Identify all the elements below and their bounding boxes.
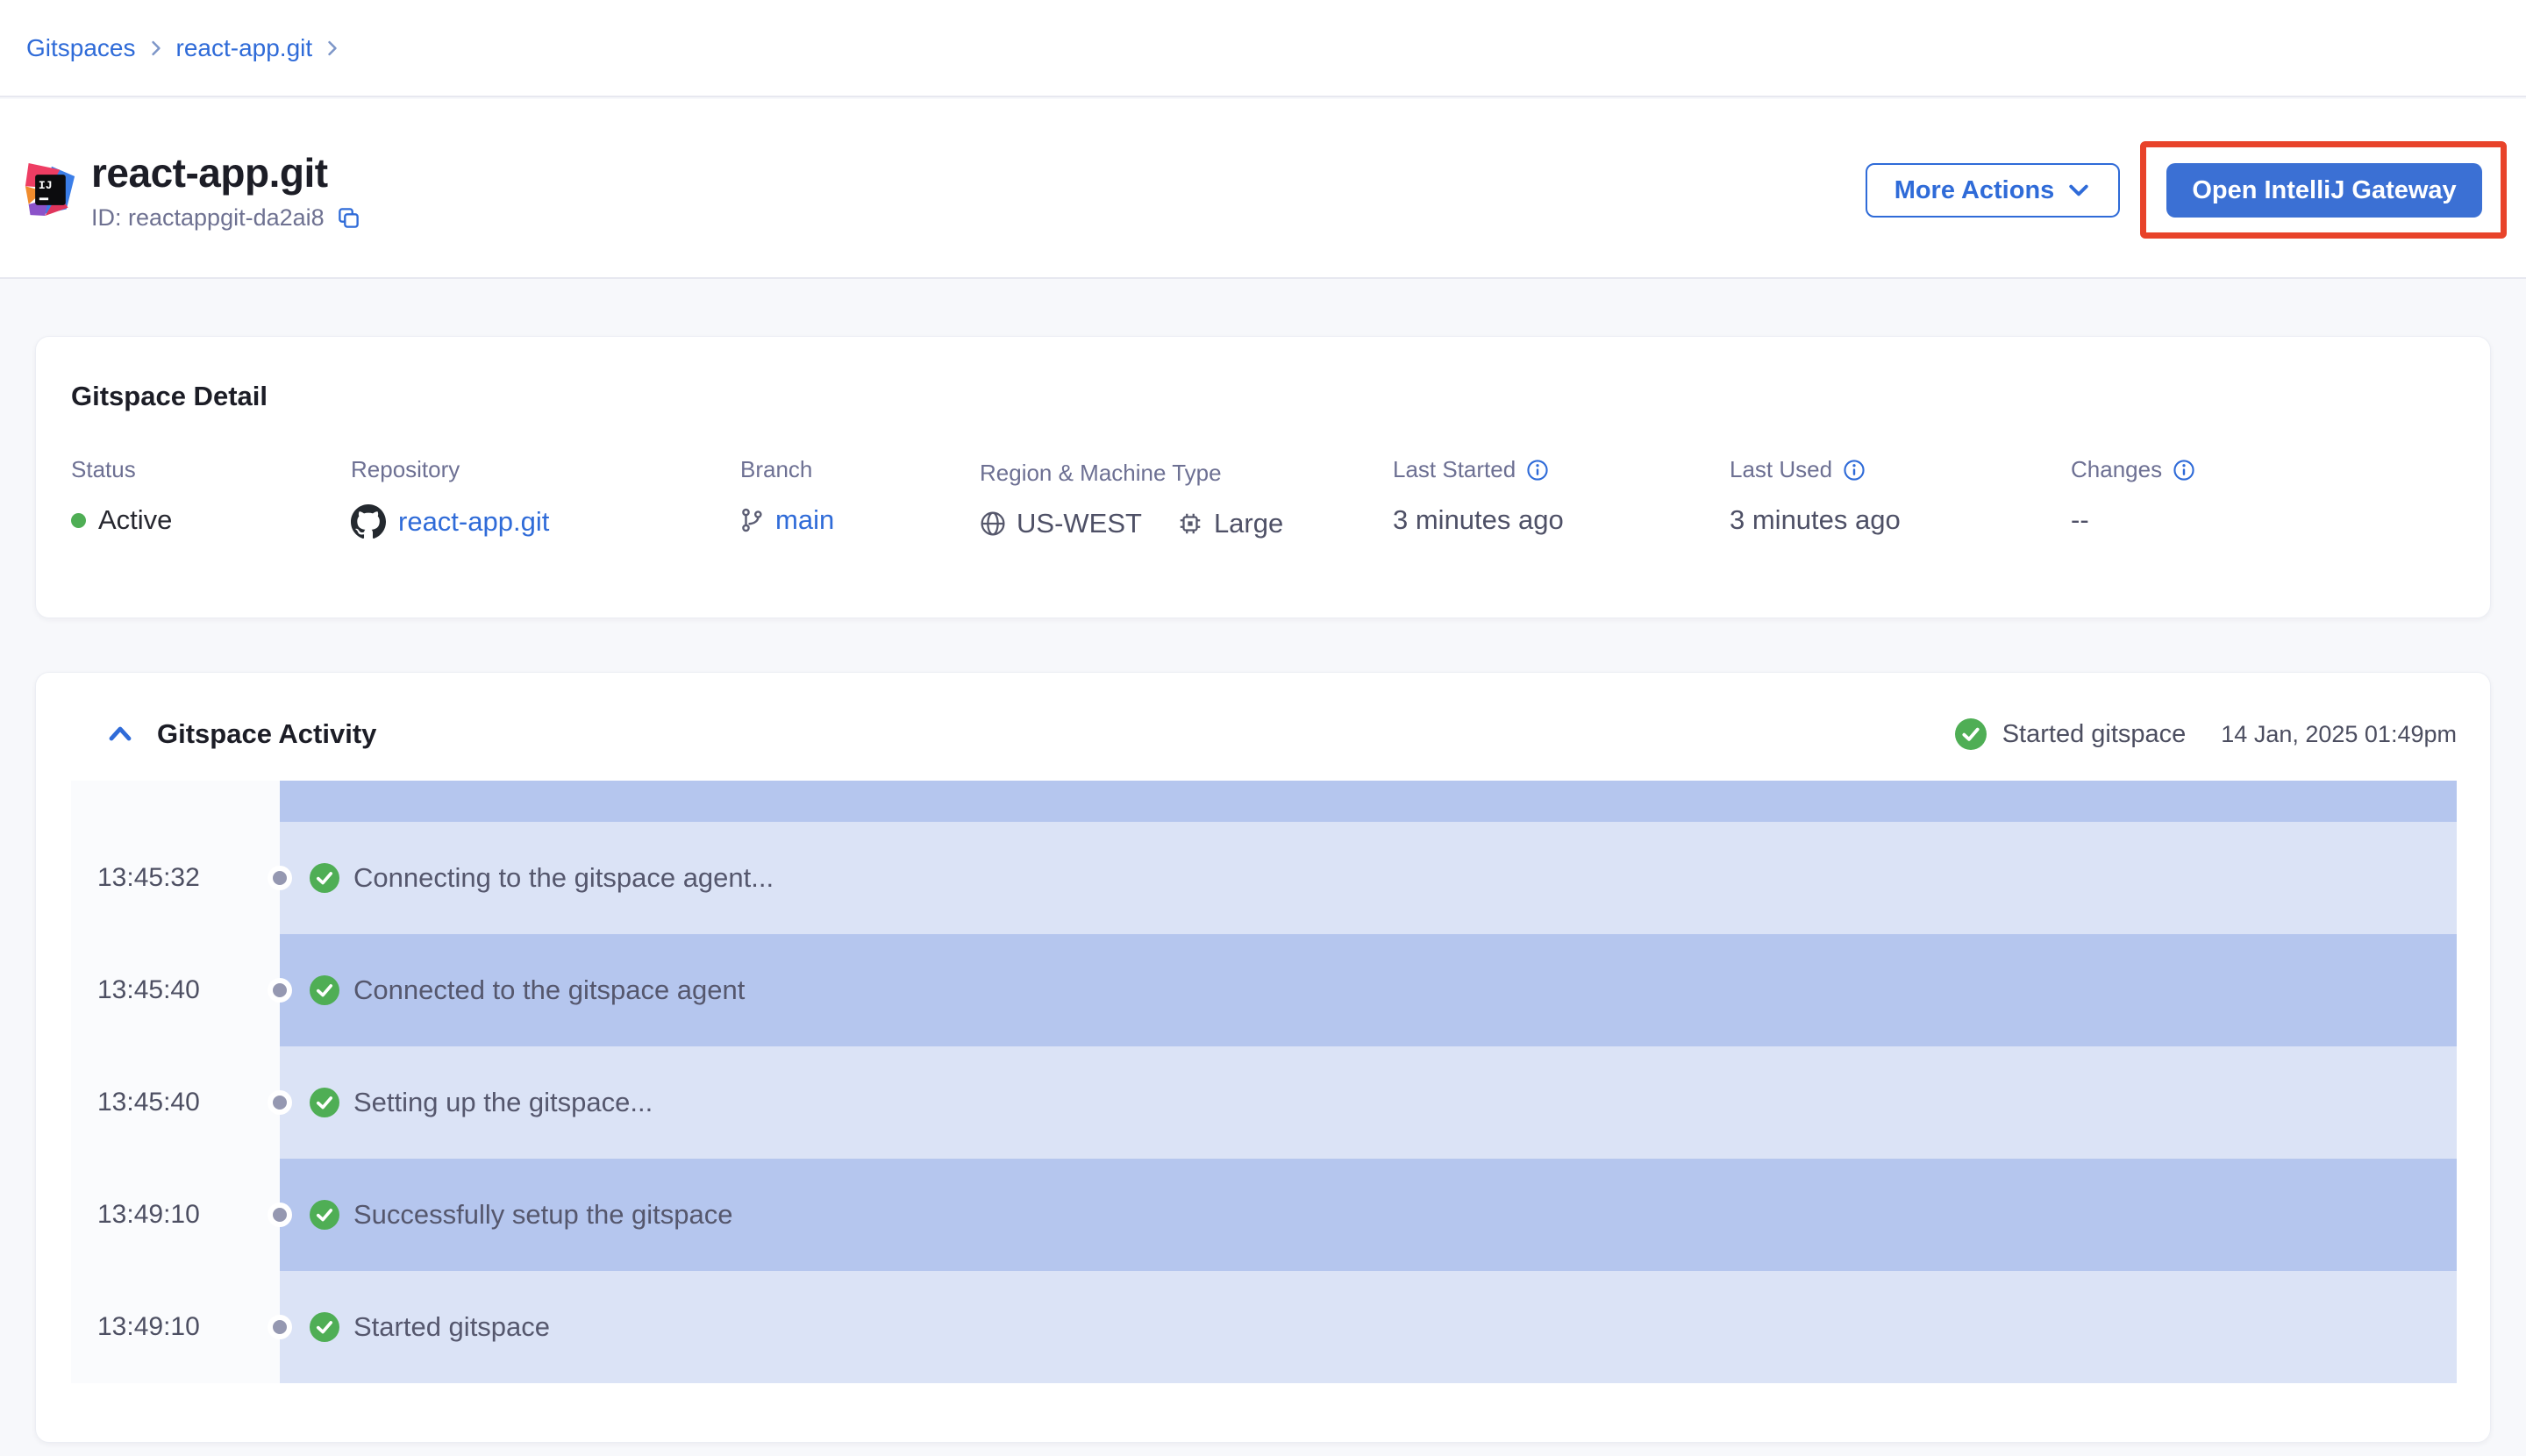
more-actions-button[interactable]: More Actions [1866, 163, 2120, 218]
check-circle-icon [310, 975, 339, 1005]
timeline-dot-icon [268, 1315, 292, 1339]
breadcrumb-link-gitspace-name[interactable]: react-app.git [176, 34, 313, 62]
log-timestamp: 13:49:10 [97, 1200, 200, 1230]
activity-log-row: 13:45:40 Setting up the gitspace... [71, 1046, 2457, 1159]
field-region-machine: Region & Machine Type US-WEST [980, 460, 1283, 539]
open-intellij-gateway-label: Open IntelliJ Gateway [2192, 176, 2456, 205]
log-message: Successfully setup the gitspace [353, 1199, 733, 1231]
changes-value: -- [2071, 504, 2089, 536]
cpu-chip-icon [1177, 510, 1203, 537]
check-circle-icon [1955, 718, 1987, 750]
log-message: Setting up the gitspace... [353, 1087, 653, 1118]
timeline-dot-icon [268, 1203, 292, 1227]
log-message: Started gitspace [353, 1311, 550, 1343]
gitspace-id-text: ID: reactappgit-da2ai8 [91, 204, 325, 232]
activity-log-row: 13:45:32 Connecting to the gitspace agen… [71, 822, 2457, 934]
gitspace-detail-page: Gitspaces react-app.git IJ react-app.git [0, 0, 2526, 1456]
repository-label: Repository [351, 456, 549, 483]
chevron-down-icon [2066, 178, 2091, 203]
gitspace-activity-card: Gitspace Activity Started gitspace 14 Ja… [35, 672, 2491, 1443]
last-used-label: Last Used [1730, 456, 1832, 483]
page-header: IJ react-app.git ID: reactappgit-da2ai8 [0, 99, 2526, 279]
activity-log-row: 13:45:32 Provisioning infrastructure com… [71, 781, 2457, 822]
machine-type-value: Large [1214, 508, 1283, 539]
changes-label: Changes [2071, 456, 2162, 483]
field-status: Status Active [71, 456, 172, 536]
last-started-label: Last Started [1393, 456, 1516, 483]
page-title: react-app.git [91, 150, 360, 196]
breadcrumb-link-gitspaces[interactable]: Gitspaces [26, 34, 136, 62]
github-icon [351, 504, 386, 539]
log-message: Connecting to the gitspace agent... [353, 862, 774, 894]
git-branch-icon [740, 507, 763, 533]
field-last-used: Last Used 3 minutes ago [1730, 456, 1901, 536]
log-timestamp: 13:45:32 [97, 863, 200, 893]
svg-text:IJ: IJ [39, 179, 53, 192]
collapse-activity-button[interactable] [106, 720, 134, 748]
intellij-idea-logo-icon: IJ [24, 162, 76, 217]
more-actions-label: More Actions [1894, 176, 2055, 205]
info-icon[interactable] [1526, 459, 1549, 482]
check-circle-icon [310, 863, 339, 893]
branch-label: Branch [740, 456, 834, 483]
status-value: Active [98, 504, 172, 536]
repository-link[interactable]: react-app.git [398, 506, 549, 538]
region-value: US-WEST [1017, 508, 1142, 539]
check-circle-icon [310, 1312, 339, 1342]
activity-status-text: Started gitspace [2002, 720, 2187, 749]
log-message: Provisioning infrastructure completed [353, 781, 801, 782]
copy-id-button[interactable] [337, 206, 360, 230]
branch-link[interactable]: main [775, 504, 834, 536]
status-dot-icon [71, 513, 86, 528]
check-circle-icon [310, 1088, 339, 1117]
chevron-up-icon [106, 720, 134, 748]
timeline-dot-icon [268, 978, 292, 1003]
activity-log-row: 13:49:10 Successfully setup the gitspace [71, 1159, 2457, 1271]
copy-icon [337, 206, 360, 230]
info-icon[interactable] [2173, 459, 2195, 482]
check-circle-icon [310, 1200, 339, 1230]
field-changes: Changes -- [2071, 456, 2195, 536]
log-message: Connected to the gitspace agent [353, 974, 745, 1006]
log-timestamp: 13:49:10 [97, 1312, 200, 1342]
field-repository: Repository react-app.git [351, 456, 549, 539]
activity-card-heading: Gitspace Activity [157, 718, 376, 750]
timeline-dot-icon [268, 866, 292, 890]
activity-log-list[interactable]: 13:45:32 Provisioning infrastructure com… [71, 781, 2457, 1383]
activity-log-row: 13:49:10 Started gitspace [71, 1271, 2457, 1383]
log-timestamp: 13:45:40 [97, 1088, 200, 1117]
breadcrumb: Gitspaces react-app.git [0, 0, 2526, 97]
open-intellij-gateway-button[interactable]: Open IntelliJ Gateway [2166, 163, 2482, 218]
gitspace-detail-card: Gitspace Detail Status Active Repository… [35, 336, 2491, 618]
timeline-dot-icon [268, 1090, 292, 1115]
status-label: Status [71, 456, 172, 483]
last-used-value: 3 minutes ago [1730, 504, 1901, 536]
detail-card-heading: Gitspace Detail [71, 381, 268, 412]
activity-date: 14 Jan, 2025 01:49pm [2221, 721, 2457, 748]
log-timestamp: 13:45:40 [97, 975, 200, 1005]
last-started-value: 3 minutes ago [1393, 504, 1564, 536]
field-last-started: Last Started 3 minutes ago [1393, 456, 1564, 536]
field-branch: Branch main [740, 456, 834, 536]
activity-log-row: 13:45:40 Connected to the gitspace agent [71, 934, 2457, 1046]
chevron-right-icon [323, 39, 342, 58]
chevron-right-icon [146, 39, 166, 58]
region-machine-label: Region & Machine Type [980, 460, 1283, 487]
info-icon[interactable] [1843, 459, 1866, 482]
globe-icon [980, 510, 1006, 537]
